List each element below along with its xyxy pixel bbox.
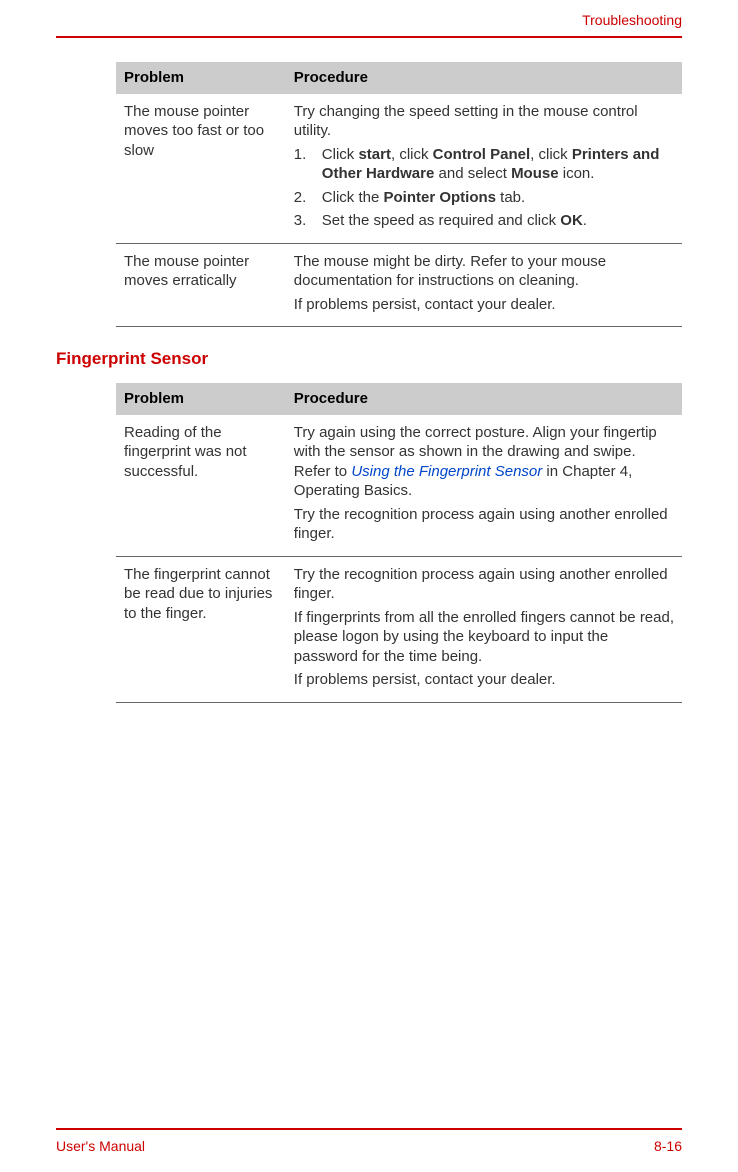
procedure-paragraph: Try the recognition process again using … <box>294 505 674 544</box>
troubleshooting-table-mouse: Problem Procedure The mouse pointer move… <box>116 62 682 327</box>
procedure-paragraph: If problems persist, contact your dealer… <box>294 295 674 315</box>
procedure-paragraph: If problems persist, contact your dealer… <box>294 670 674 690</box>
procedure-paragraph: The mouse might be dirty. Refer to your … <box>294 252 674 291</box>
step-2: Click the Pointer Options tab. <box>294 188 674 208</box>
page-footer: User's Manual 8-16 <box>56 1128 682 1172</box>
procedure-paragraph: If fingerprints from all the enrolled fi… <box>294 608 674 667</box>
footer-page-number: 8-16 <box>654 1138 682 1154</box>
step-3: Set the speed as required and click OK. <box>294 211 674 231</box>
footer-manual-title: User's Manual <box>56 1138 145 1154</box>
procedure-text: The mouse might be dirty. Refer to your … <box>286 243 682 327</box>
procedure-paragraph: Try the recognition process again using … <box>294 565 674 604</box>
table-row: The mouse pointer moves too fast or too … <box>116 94 682 244</box>
table-row: The fingerprint cannot be read due to in… <box>116 556 682 702</box>
procedure-paragraph: Try again using the correct posture. Ali… <box>294 423 674 501</box>
problem-text: Reading of the fingerprint was not succe… <box>116 415 286 557</box>
procedure-intro: Try changing the speed setting in the mo… <box>294 102 674 141</box>
troubleshooting-table-fingerprint: Problem Procedure Reading of the fingerp… <box>116 383 682 703</box>
problem-text: The fingerprint cannot be read due to in… <box>116 556 286 702</box>
problem-text: The mouse pointer moves erratically <box>116 243 286 327</box>
procedure-text: Try again using the correct posture. Ali… <box>286 415 682 557</box>
procedure-text: Try the recognition process again using … <box>286 556 682 702</box>
table-header-row: Problem Procedure <box>116 383 682 415</box>
page-header: Troubleshooting <box>56 0 682 34</box>
column-header-procedure: Procedure <box>286 62 682 94</box>
header-divider <box>56 36 682 38</box>
column-header-problem: Problem <box>116 62 286 94</box>
column-header-procedure: Procedure <box>286 383 682 415</box>
chapter-title: Troubleshooting <box>582 12 682 28</box>
section-heading-fingerprint: Fingerprint Sensor <box>56 349 682 369</box>
table-header-row: Problem Procedure <box>116 62 682 94</box>
column-header-problem: Problem <box>116 383 286 415</box>
table-row: The mouse pointer moves erratically The … <box>116 243 682 327</box>
procedure-text: Try changing the speed setting in the mo… <box>286 94 682 244</box>
problem-text: The mouse pointer moves too fast or too … <box>116 94 286 244</box>
step-1: Click start, click Control Panel, click … <box>294 145 674 184</box>
page-content: Problem Procedure The mouse pointer move… <box>56 62 682 1128</box>
cross-reference-link[interactable]: Using the Fingerprint Sensor <box>351 463 542 480</box>
table-row: Reading of the fingerprint was not succe… <box>116 415 682 557</box>
procedure-steps: Click start, click Control Panel, click … <box>294 145 674 231</box>
